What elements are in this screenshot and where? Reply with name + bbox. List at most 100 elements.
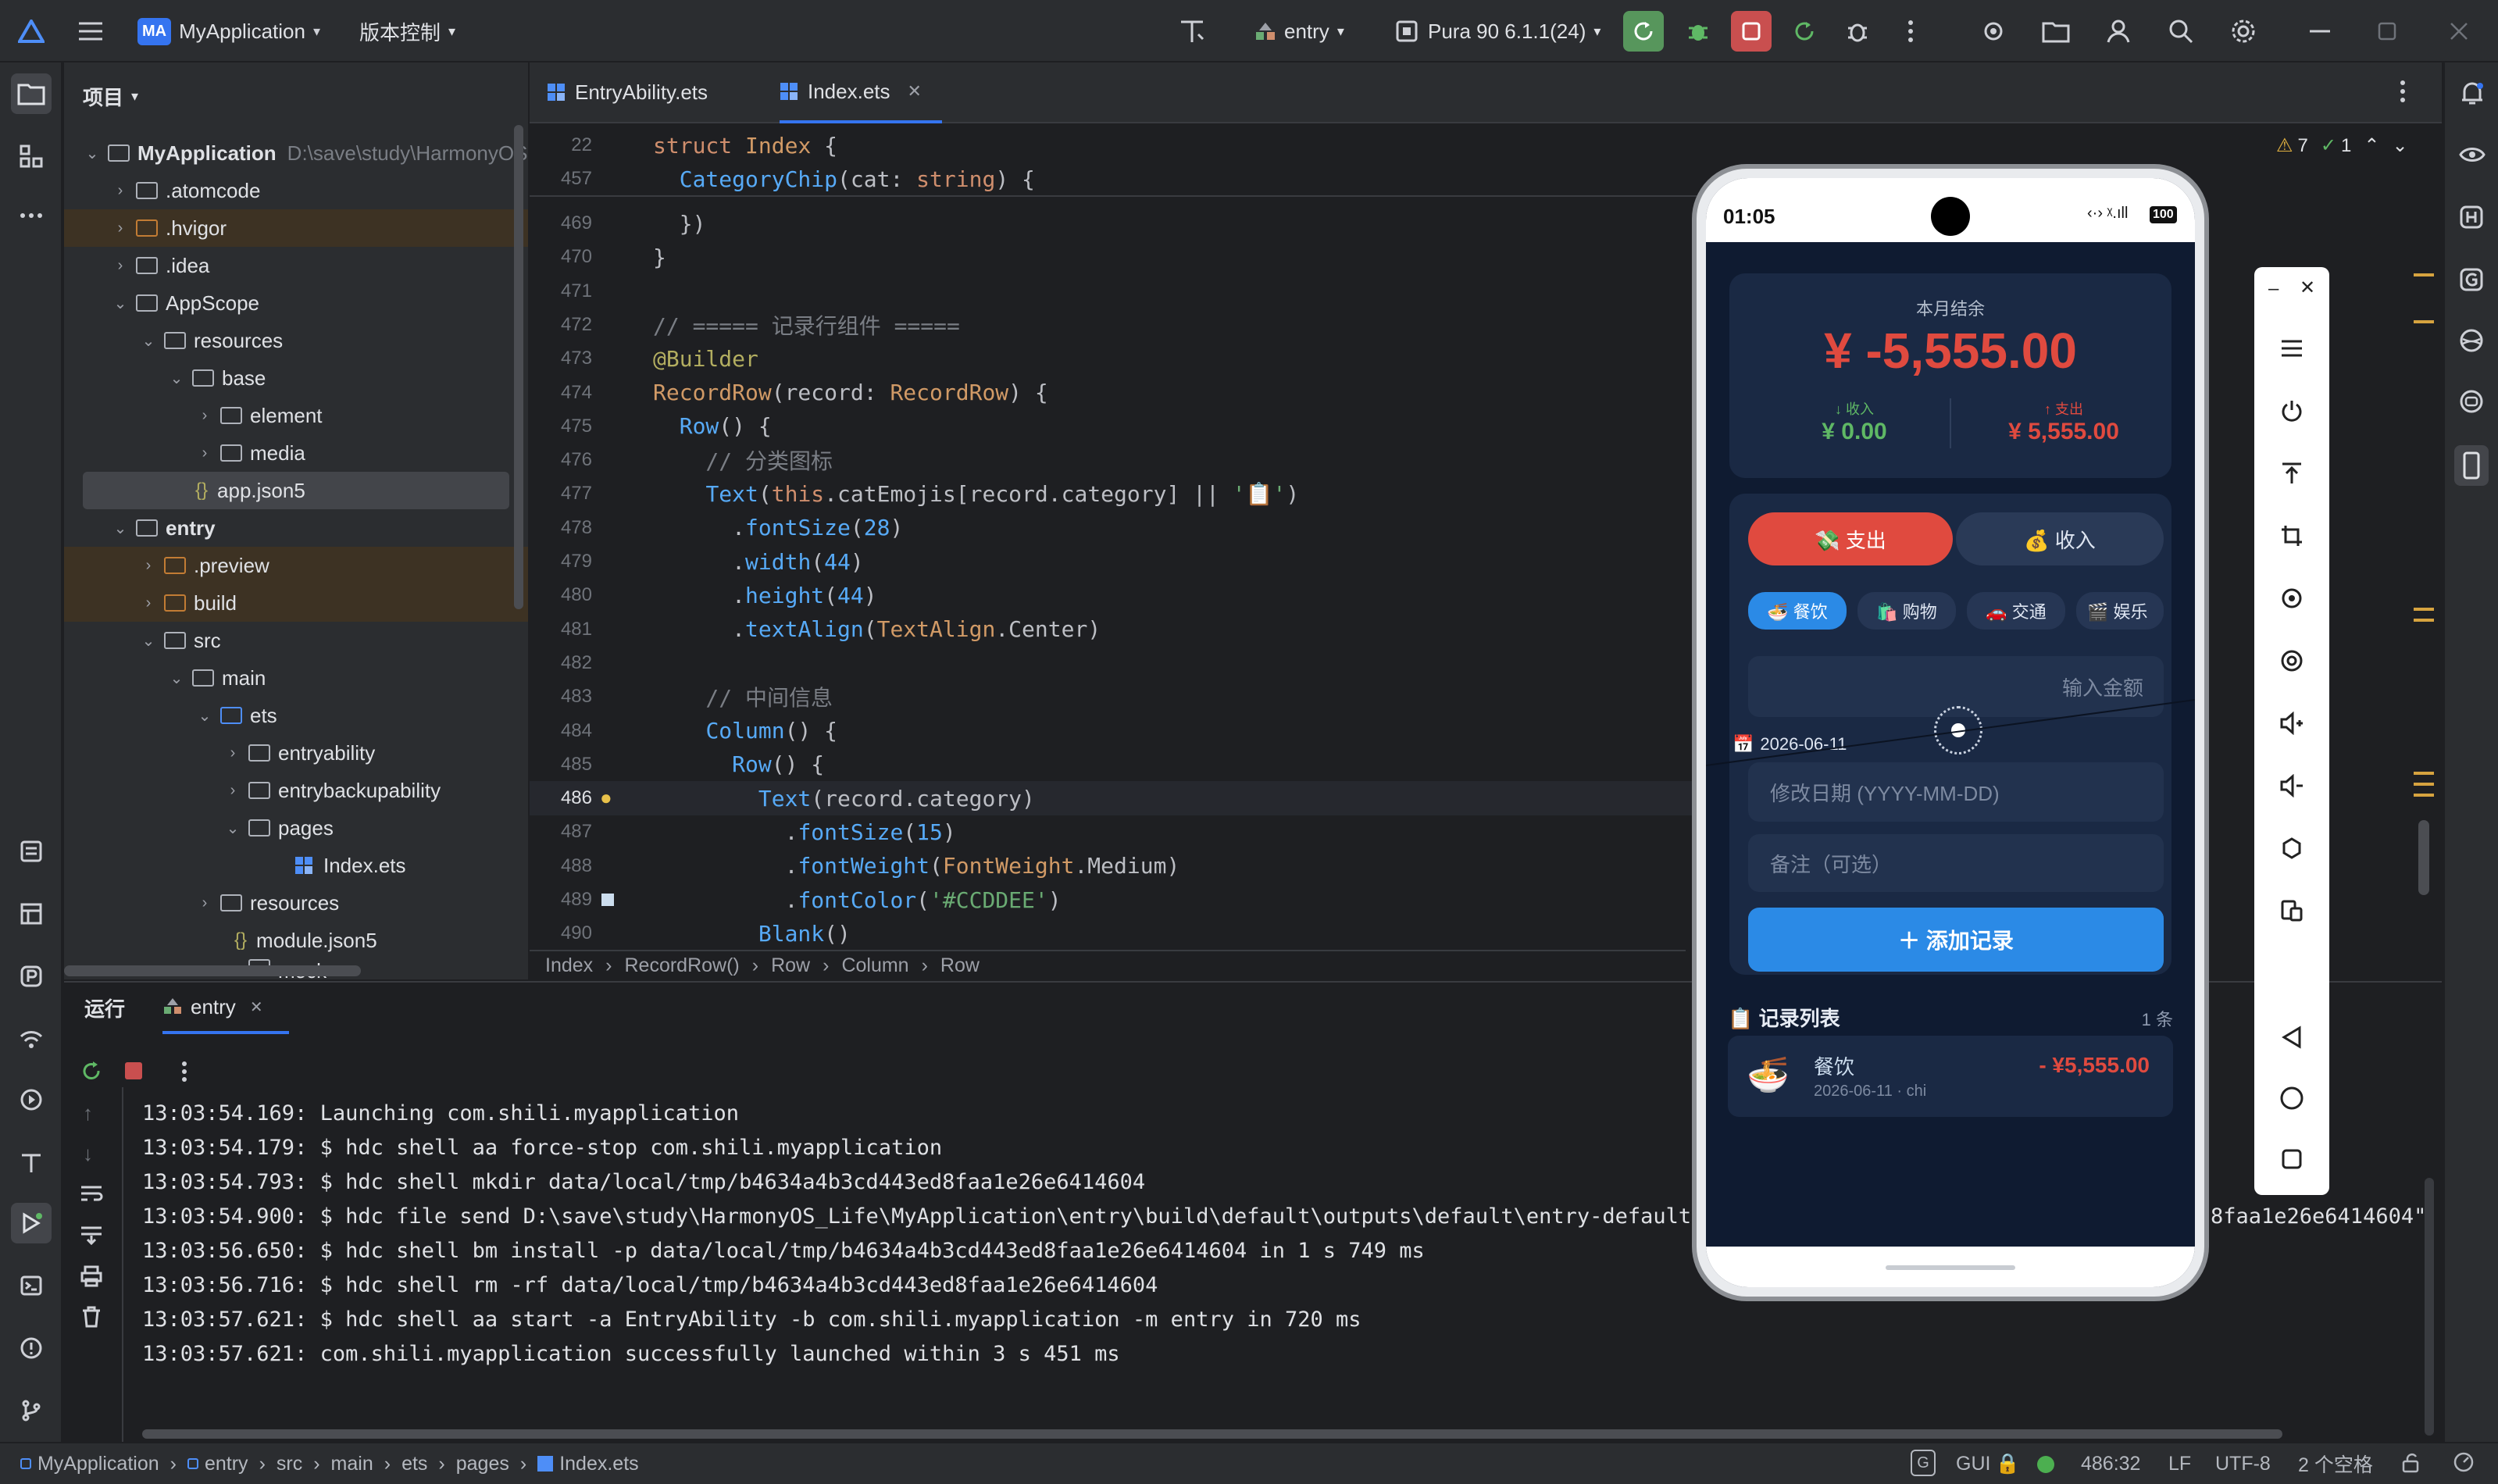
- cursor-position[interactable]: 486:32: [2081, 1443, 2140, 1484]
- search-icon[interactable]: [2161, 11, 2201, 52]
- crop-icon[interactable]: [2273, 517, 2311, 555]
- terminal-icon[interactable]: [11, 1265, 52, 1306]
- power-icon[interactable]: [2273, 392, 2311, 430]
- device-manager-icon[interactable]: [2036, 11, 2076, 52]
- arrow-up-icon[interactable]: ↑: [83, 1101, 93, 1125]
- tree-item-entrybackupability[interactable]: › entrybackupability: [64, 772, 528, 809]
- account-icon[interactable]: [2098, 11, 2139, 52]
- menu-icon[interactable]: [2273, 330, 2311, 367]
- tree-item-resources-2[interactable]: › resources: [64, 884, 528, 922]
- tree-item-module-json5[interactable]: {} module.json5: [64, 922, 528, 959]
- line-ending[interactable]: LF: [2168, 1443, 2191, 1484]
- build-icon[interactable]: [11, 1142, 52, 1183]
- tree-item-media[interactable]: › media: [64, 434, 528, 472]
- upload-icon[interactable]: [2273, 455, 2311, 492]
- breadcrumb-item[interactable]: Index: [545, 954, 593, 977]
- vcs-menu[interactable]: 版本控制 ▾: [359, 0, 455, 62]
- date-input[interactable]: 修改日期 (YYYY-MM-DD): [1748, 762, 2164, 822]
- warning-marker[interactable]: [2414, 772, 2434, 775]
- code-line[interactable]: 490 Blank(): [530, 916, 1701, 951]
- code-line[interactable]: 475 Row() {: [530, 409, 1701, 444]
- tree-item-base[interactable]: ⌄ base: [64, 359, 528, 397]
- code-line[interactable]: 471: [530, 274, 1701, 309]
- vertical-scrollbar[interactable]: [514, 125, 523, 609]
- code-line[interactable]: 488 .fontWeight(FontWeight.Medium): [530, 849, 1701, 883]
- memory-icon[interactable]: [2453, 1451, 2475, 1473]
- status-crumb[interactable]: main: [331, 1453, 373, 1475]
- layout-icon[interactable]: [11, 894, 52, 934]
- close-icon[interactable]: ✕: [2300, 276, 2315, 299]
- run-tool-icon[interactable]: [11, 1203, 52, 1243]
- stop-icon[interactable]: [1731, 11, 1772, 52]
- codegenie-icon[interactable]: [2459, 328, 2484, 353]
- trash-icon[interactable]: [81, 1306, 102, 1328]
- main-menu-icon[interactable]: [70, 11, 111, 52]
- target-icon[interactable]: [1973, 11, 2014, 52]
- multi-device-icon[interactable]: [2273, 892, 2311, 929]
- inspection-widget[interactable]: ⚠ 7 ✓ 1 ⌃ ⌄: [2276, 134, 2408, 157]
- preview-eye-icon[interactable]: [2459, 145, 2486, 164]
- status-crumb[interactable]: pages: [456, 1453, 509, 1475]
- chevron-up-icon[interactable]: ⌃: [2364, 134, 2379, 157]
- close-tab-icon[interactable]: ✕: [250, 997, 263, 1017]
- minimize-icon[interactable]: –: [2268, 278, 2279, 300]
- maximize-icon[interactable]: [2367, 11, 2407, 52]
- close-window-icon[interactable]: [2439, 11, 2479, 52]
- code-line[interactable]: 482: [530, 646, 1701, 680]
- income-toggle-button[interactable]: 💰 收入: [1956, 512, 2164, 565]
- warning-marker[interactable]: [2414, 794, 2434, 797]
- code-line[interactable]: 483 // 中间信息: [530, 680, 1701, 714]
- tree-item-element[interactable]: › element: [64, 397, 528, 434]
- breadcrumb-item[interactable]: RecordRow(): [625, 954, 740, 977]
- screenshot-icon[interactable]: [2273, 829, 2311, 867]
- status-crumb[interactable]: MyApplication: [37, 1453, 159, 1475]
- hdc-icon[interactable]: [2459, 205, 2484, 230]
- lightbulb-icon[interactable]: ●: [600, 786, 612, 810]
- stop-icon[interactable]: [123, 1061, 144, 1081]
- category-chip-food[interactable]: 🍜 餐饮: [1748, 592, 1847, 630]
- text-format-icon[interactable]: [1172, 11, 1212, 52]
- tree-item-idea[interactable]: › .idea: [64, 247, 528, 284]
- run-services-icon[interactable]: [11, 1079, 52, 1120]
- breadcrumb-item[interactable]: Row: [771, 954, 810, 977]
- notifications-icon[interactable]: [2459, 80, 2486, 106]
- warning-marker[interactable]: [2414, 273, 2434, 276]
- code-line[interactable]: 474 RecordRow(record: RecordRow) {: [530, 376, 1701, 410]
- minimize-icon[interactable]: [2300, 11, 2340, 52]
- code-line[interactable]: 489 .fontColor('#CCDDEE'): [530, 883, 1701, 917]
- tree-item-atomcode[interactable]: › .atomcode: [64, 172, 528, 209]
- warning-marker[interactable]: [2414, 608, 2434, 611]
- soft-wrap-icon[interactable]: [80, 1184, 103, 1204]
- tree-item-src[interactable]: ⌄ src: [64, 622, 528, 659]
- services-icon[interactable]: [11, 1018, 52, 1059]
- file-encoding[interactable]: UTF-8: [2215, 1443, 2271, 1484]
- tree-item-app-json5[interactable]: {} app.json5: [83, 472, 509, 509]
- more-actions-icon[interactable]: [181, 1061, 187, 1083]
- warning-marker[interactable]: [2414, 320, 2434, 323]
- code-line[interactable]: 476 // 分类图标: [530, 443, 1701, 477]
- todo-icon[interactable]: [11, 831, 52, 872]
- tree-root[interactable]: ⌄ MyApplication D:\save\study\HarmonyOS: [64, 134, 528, 172]
- code-line[interactable]: 472 // ===== 记录行组件 =====: [530, 308, 1701, 342]
- recents-icon[interactable]: [2273, 1140, 2311, 1178]
- tree-item-entryability[interactable]: › entryability: [64, 734, 528, 772]
- run-tab-entry[interactable]: entry ✕: [162, 983, 289, 1034]
- robot-icon[interactable]: [2459, 389, 2484, 414]
- project-panel-header[interactable]: 项目 ▾: [83, 62, 138, 130]
- status-crumb[interactable]: ets: [401, 1453, 427, 1475]
- breadcrumb-item[interactable]: Row: [940, 954, 980, 977]
- back-icon[interactable]: [2273, 1018, 2311, 1056]
- status-crumb[interactable]: entry: [205, 1453, 248, 1475]
- note-input[interactable]: 备注（可选）: [1748, 834, 2164, 892]
- rerun-icon[interactable]: [80, 1059, 103, 1083]
- gradle-icon[interactable]: [2459, 267, 2484, 292]
- volume-up-icon[interactable]: [2273, 705, 2311, 742]
- code-line[interactable]: 473 @Builder: [530, 341, 1701, 376]
- warning-marker[interactable]: [2414, 619, 2434, 622]
- add-record-button[interactable]: ＋ 添加记录: [1748, 908, 2164, 972]
- arrow-down-icon[interactable]: ↓: [83, 1142, 93, 1166]
- code-line[interactable]: 486 ● Text(record.category): [530, 781, 1701, 816]
- apply-changes-icon[interactable]: [1784, 11, 1825, 52]
- scroll-to-end-icon[interactable]: [80, 1225, 103, 1245]
- chevron-down-icon[interactable]: ⌄: [2392, 134, 2407, 157]
